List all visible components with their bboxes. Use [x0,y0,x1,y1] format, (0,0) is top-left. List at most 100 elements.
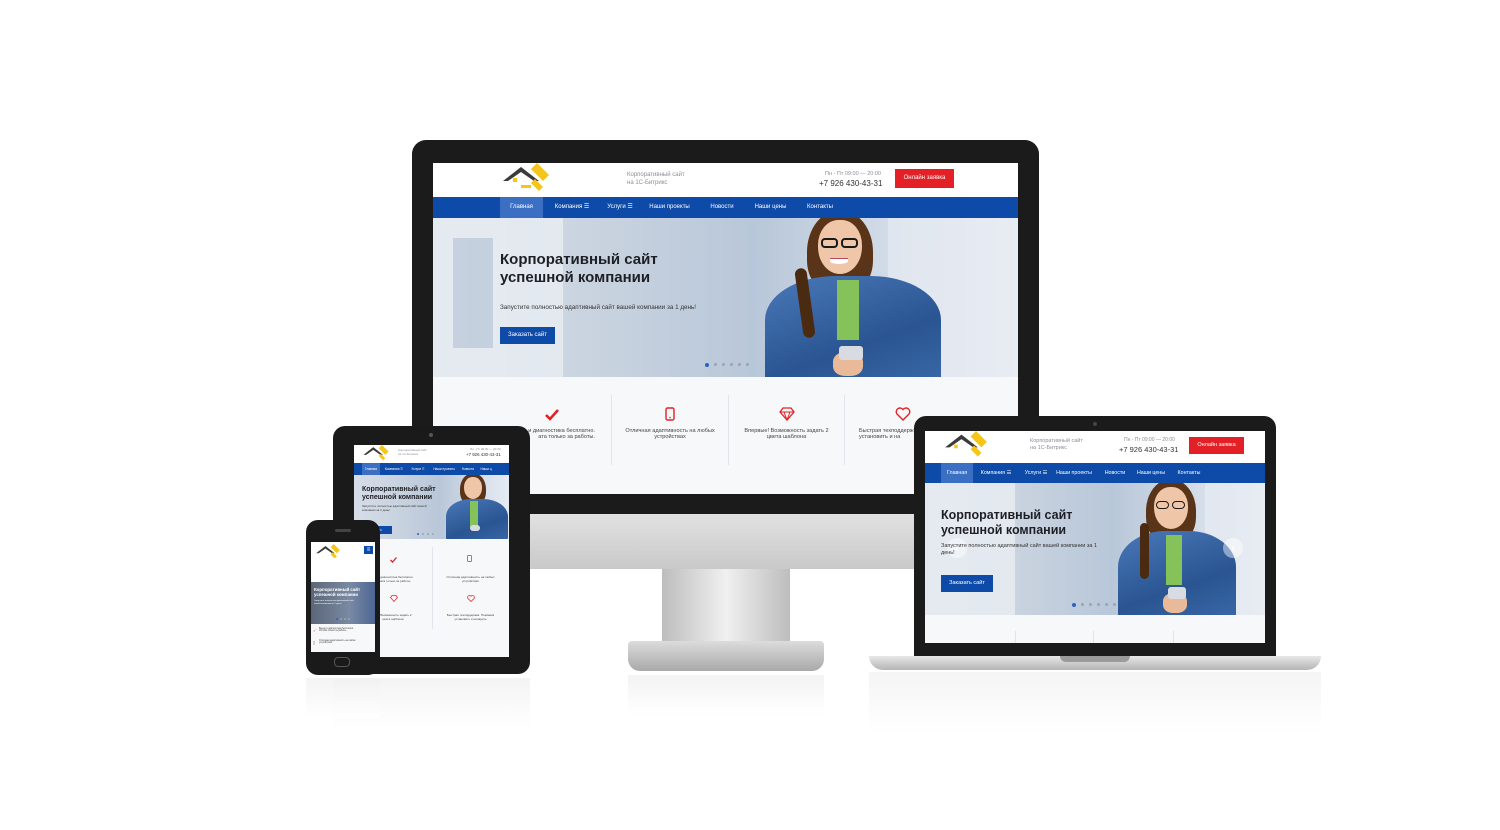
work-hours: Пн - Пт 09:00 — 20:00 [470,447,501,451]
logo-icon[interactable] [943,431,989,461]
nav-item-news[interactable]: Новости [1101,463,1129,483]
nav-item-news[interactable]: Новости [460,463,476,475]
slider-dot[interactable] [1072,603,1076,607]
nav-item-projects[interactable]: Наши проекты [1055,463,1093,483]
hero-slider: ‹ › Корпоративный сайт успешной компании … [925,483,1265,615]
responsive-mockup: Корпоративный сайт на 1С-Битрикс Пн - Пт… [0,0,1500,830]
laptop-camera [1093,422,1097,426]
diamond-icon [779,407,795,421]
nav-item-prices[interactable]: Наши цены [749,197,792,218]
nav-item-news[interactable]: Новости [703,197,741,218]
hero-subtitle: Запустите полностью адаптивный сайт вашей… [314,600,354,605]
brand-tagline: Корпоративный сайт на 1С-Битрикс [1030,438,1083,452]
slider-dot[interactable] [705,363,709,367]
tablet-icon [467,555,472,562]
work-hours: Пн - Пт 09:00 — 20:00 [825,171,881,177]
feature-item: ✓ Выезд и диагностика бесплатно. Оплата т… [313,628,354,633]
nav-item-contacts[interactable]: Контакты [1173,463,1205,483]
slider-dot[interactable] [432,533,434,535]
logo-icon[interactable] [501,163,551,196]
slider-dot[interactable] [422,533,424,535]
nav-item-projects[interactable]: Наши проекты [643,197,696,218]
hero-slider: Корпоративный сайт успешной компании Зап… [433,218,1018,377]
hero-photo [446,475,508,539]
slider-dot[interactable] [738,363,741,366]
nav-item-services[interactable]: Услуги ☰ [1019,463,1053,483]
brand-tagline: Корпоративный сайт на 1С-Битрикс [627,171,685,187]
nav-item-home[interactable]: Главная [941,463,973,483]
nav-item-company[interactable]: Компания ☰ [547,197,597,218]
nav-item-projects[interactable]: Наши проекты [430,463,458,475]
tablet-icon: ▯ [313,640,316,645]
feature-item: Отличная адаптивность на любых устройства… [611,395,728,465]
slider-dot[interactable] [1105,603,1108,606]
feature-item: Отличная адаптивность на любых устройства… [432,547,509,587]
logo-icon[interactable] [315,544,341,561]
features-list: ✓ Выезд и диагностика бесплатно. Оплата т… [311,624,375,652]
slider-dot[interactable] [340,618,342,620]
hero-slider: Корпоративный сайт успешной компании Запу… [311,582,375,624]
laptop-reflection [869,672,1321,732]
tablet-icon [665,407,675,421]
main-nav: Главная Компания ☰ Услуги ☰ Наши проекты… [925,463,1265,483]
slider-dot[interactable] [427,533,429,535]
slider-dot[interactable] [1113,603,1116,606]
heart-icon [895,407,911,421]
slider-dot[interactable] [348,618,350,620]
hero-photo [1118,483,1236,615]
slider-dot[interactable] [344,618,346,620]
slider-dot[interactable] [722,363,725,366]
phone-number[interactable]: +7 926 430-43-31 [466,452,501,457]
imac-stand-foot [628,641,824,671]
diamond-icon [390,595,398,602]
nav-item-company[interactable]: Компания ☰ [975,463,1017,483]
nav-item-prices[interactable]: Наши цены [1135,463,1167,483]
hero-subtitle: Запустите полностью адаптивный сайт ваше… [500,304,697,311]
phone-number[interactable]: +7 926 430-43-31 [819,179,882,188]
order-site-button[interactable]: Заказать сайт [941,575,993,592]
nav-item-prices[interactable]: Наши ц [478,463,494,475]
order-site-button[interactable]: Заказать сайт [500,327,555,344]
slider-dot[interactable] [746,363,749,366]
nav-item-services[interactable]: Услуги ☰ [408,463,428,475]
nav-item-home[interactable]: Главная [362,463,380,475]
slider-dot[interactable] [417,533,419,535]
nav-item-home[interactable]: Главная [500,197,543,218]
check-icon [390,557,397,563]
online-request-button[interactable]: Онлайн заявка [1189,437,1244,454]
hero-subtitle: Запустите полностью адаптивный сайт ваше… [362,504,427,512]
slider-dots [1072,603,1116,607]
nav-item-company[interactable]: Компания ☰ [382,463,406,475]
nav-item-contacts[interactable]: Контакты [800,197,840,218]
phone-number[interactable]: +7 926 430-43-31 [1119,445,1178,454]
hero-title: Корпоративный сайт успешной компании [500,251,658,286]
laptop-screen: Корпоративный сайт на 1С-Битрикс Пн - Пт … [925,431,1265,643]
slider-dot[interactable] [1097,603,1100,606]
hero-photo [765,218,941,377]
brand-tagline: Корпоративный сайт на 1С-Битрикс [398,448,427,457]
check-icon [545,409,559,421]
slider-dots [417,533,434,535]
laptop-notch [1060,656,1130,662]
slider-dot[interactable] [714,363,717,366]
feature-item: Быстрая техподдержка. Поможем установить … [432,587,509,629]
main-nav: Главная Компания ☰ Услуги ☰ Наши проекты… [433,197,1018,218]
phone-screen: ≡ Корпоративный сайт успешной компании За… [311,542,375,652]
imac-stand-neck [662,569,790,647]
slider-dot[interactable] [1089,603,1092,606]
hero-title: Корпоративный сайт успешной компании [362,486,436,502]
online-request-button[interactable]: Онлайн заявка [895,169,954,188]
slider-dot[interactable] [336,618,338,620]
feature-item: ▯ Отличная адаптивность на любых устройст… [313,640,356,645]
phone-speaker [335,529,351,532]
slider-dot[interactable] [730,363,733,366]
menu-button[interactable]: ≡ [364,546,373,554]
tagline-line-2: на 1С-Битрикс [627,180,668,187]
logo-icon[interactable] [362,445,390,463]
slider-dots [705,363,749,367]
slider-dots [336,618,350,620]
nav-item-services[interactable]: Услуги ☰ [600,197,640,218]
slider-next-arrow[interactable]: › [1223,538,1243,558]
hero-subtitle: Запустите полностью адаптивный сайт ваше… [941,543,1097,557]
slider-dot[interactable] [1081,603,1084,606]
